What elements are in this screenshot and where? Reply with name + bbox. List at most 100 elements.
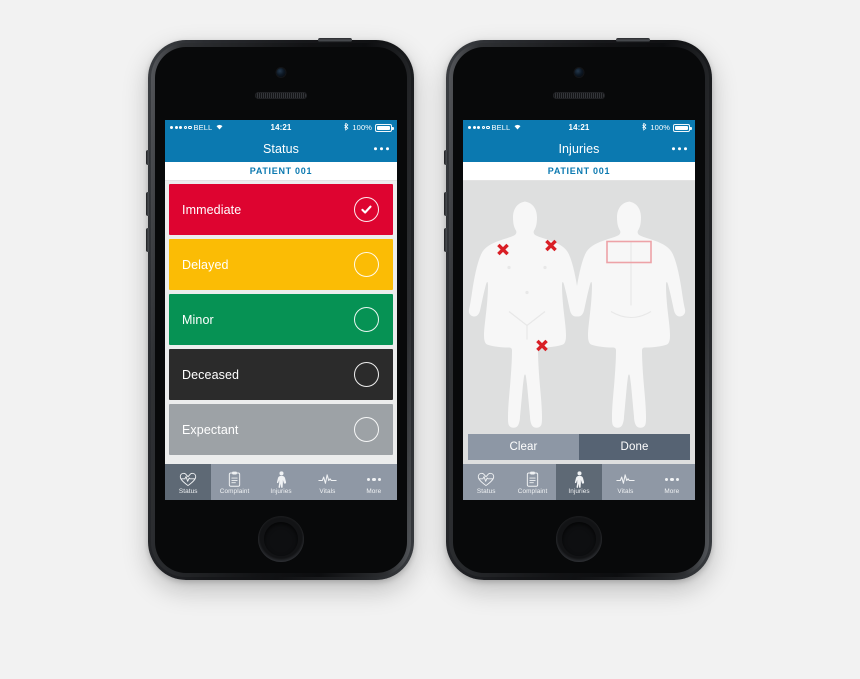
carrier-label: BELL <box>193 123 213 132</box>
patient-id-label: PATIENT 001 <box>165 162 397 181</box>
battery-percent-label: 100% <box>352 123 372 132</box>
tab-label: Vitals <box>617 487 634 495</box>
volume-up-button[interactable] <box>444 192 448 216</box>
triage-label: Expectant <box>182 422 239 437</box>
status-bar: BELL 14:21 100% <box>463 120 695 135</box>
triage-row-deceased[interactable]: Deceased <box>169 349 393 400</box>
tab-bar-left: Status Complaint Injuries Vitals More <box>165 464 397 500</box>
earpiece-speaker-icon <box>553 92 605 99</box>
status-bar-right: 100% <box>589 122 692 133</box>
volume-up-button[interactable] <box>146 192 150 216</box>
signal-strength-icon <box>170 125 192 130</box>
home-button[interactable] <box>556 516 602 562</box>
more-dots-icon <box>366 471 382 488</box>
mute-switch[interactable] <box>444 150 448 165</box>
triage-row-minor[interactable]: Minor <box>169 294 393 345</box>
tab-status[interactable]: Status <box>165 464 212 500</box>
signal-strength-icon <box>468 125 490 130</box>
clock-label: 14:21 <box>568 123 590 132</box>
status-bar: BELL 14:21 100% <box>165 120 397 135</box>
tab-label: More <box>366 487 382 495</box>
tab-more[interactable]: More <box>649 464 695 500</box>
home-button-inner <box>264 522 298 556</box>
bluetooth-icon <box>344 122 349 133</box>
battery-percent-label: 100% <box>650 123 670 132</box>
body-figure-icon <box>276 471 287 488</box>
power-button[interactable] <box>318 38 352 42</box>
tab-label: Status <box>178 487 198 495</box>
triage-option-list: Immediate Delayed Minor Deceased Expectant <box>165 181 397 455</box>
clipboard-icon <box>228 471 241 488</box>
status-bar-left: BELL <box>170 123 271 132</box>
body-detail <box>525 290 529 295</box>
volume-down-button[interactable] <box>444 228 448 252</box>
more-dots-icon <box>664 471 680 488</box>
status-content: Immediate Delayed Minor Deceased Expectant <box>165 181 397 464</box>
tab-complaint[interactable]: Complaint <box>509 464 555 500</box>
injury-action-buttons: Clear Done <box>463 434 695 464</box>
page-canvas: BELL 14:21 100% Status PATIENT 001 Immed… <box>0 0 860 679</box>
page-title: Injuries <box>558 141 600 156</box>
clipboard-icon <box>526 471 539 488</box>
injury-body-diagram[interactable] <box>463 181 695 434</box>
navigation-bar: Injuries <box>463 135 695 162</box>
tab-more[interactable]: More <box>351 464 397 500</box>
power-button[interactable] <box>616 38 650 42</box>
body-back-silhouette[interactable] <box>572 201 686 428</box>
tab-vitals[interactable]: Vitals <box>304 464 350 500</box>
tab-injuries[interactable]: Injuries <box>555 464 603 500</box>
triage-row-delayed[interactable]: Delayed <box>169 239 393 290</box>
battery-icon <box>375 123 394 132</box>
iphone-device-status: BELL 14:21 100% Status PATIENT 001 Immed… <box>146 38 414 580</box>
triage-label: Immediate <box>182 202 242 217</box>
body-detail <box>543 265 547 270</box>
page-title: Status <box>262 141 300 156</box>
home-button-inner <box>562 522 596 556</box>
tab-complaint[interactable]: Complaint <box>211 464 257 500</box>
wifi-icon <box>513 123 522 132</box>
home-button[interactable] <box>258 516 304 562</box>
tab-label: More <box>664 487 680 495</box>
more-dots-icon[interactable] <box>373 146 389 151</box>
triage-row-immediate[interactable]: Immediate <box>169 184 393 235</box>
ecg-wave-icon <box>616 471 635 488</box>
front-camera-icon <box>574 68 584 77</box>
radio-unselected-icon[interactable] <box>354 307 379 332</box>
screen-status: BELL 14:21 100% Status PATIENT 001 Immed… <box>165 120 397 500</box>
radio-selected-icon[interactable] <box>354 197 379 222</box>
tab-label: Status <box>476 487 496 495</box>
screen-injuries: BELL 14:21 100% Injuries PATIENT 001 Cle… <box>463 120 695 500</box>
more-dots-icon[interactable] <box>671 146 687 151</box>
navigation-bar: Status <box>165 135 397 162</box>
radio-unselected-icon[interactable] <box>354 252 379 277</box>
body-front-silhouette[interactable] <box>468 201 582 428</box>
triage-row-expectant[interactable]: Expectant <box>169 404 393 455</box>
radio-unselected-icon[interactable] <box>354 417 379 442</box>
tab-injuries[interactable]: Injuries <box>258 464 304 500</box>
bluetooth-icon <box>642 122 647 133</box>
tab-label: Injuries <box>270 487 292 495</box>
triage-label: Minor <box>182 312 214 327</box>
body-figures-svg[interactable] <box>467 185 691 434</box>
tab-vitals[interactable]: Vitals <box>602 464 648 500</box>
tab-bar-right: Status Complaint Injuries Vitals More <box>463 464 695 500</box>
status-bar-right: 100% <box>291 122 394 133</box>
checkmark-icon <box>360 203 373 216</box>
done-button[interactable]: Done <box>579 434 690 460</box>
heart-pulse-icon <box>179 471 197 488</box>
ecg-wave-icon <box>318 471 337 488</box>
triage-label: Deceased <box>182 367 240 382</box>
tab-status[interactable]: Status <box>463 464 509 500</box>
radio-unselected-icon[interactable] <box>354 362 379 387</box>
volume-down-button[interactable] <box>146 228 150 252</box>
body-figure-icon <box>574 471 585 488</box>
tab-label: Complaint <box>219 487 250 495</box>
battery-icon <box>673 123 692 132</box>
clock-label: 14:21 <box>270 123 292 132</box>
mute-switch[interactable] <box>146 150 150 165</box>
earpiece-speaker-icon <box>255 92 307 99</box>
body-canvas[interactable] <box>467 185 691 434</box>
carrier-label: BELL <box>491 123 511 132</box>
front-camera-icon <box>276 68 286 77</box>
clear-button[interactable]: Clear <box>468 434 579 460</box>
